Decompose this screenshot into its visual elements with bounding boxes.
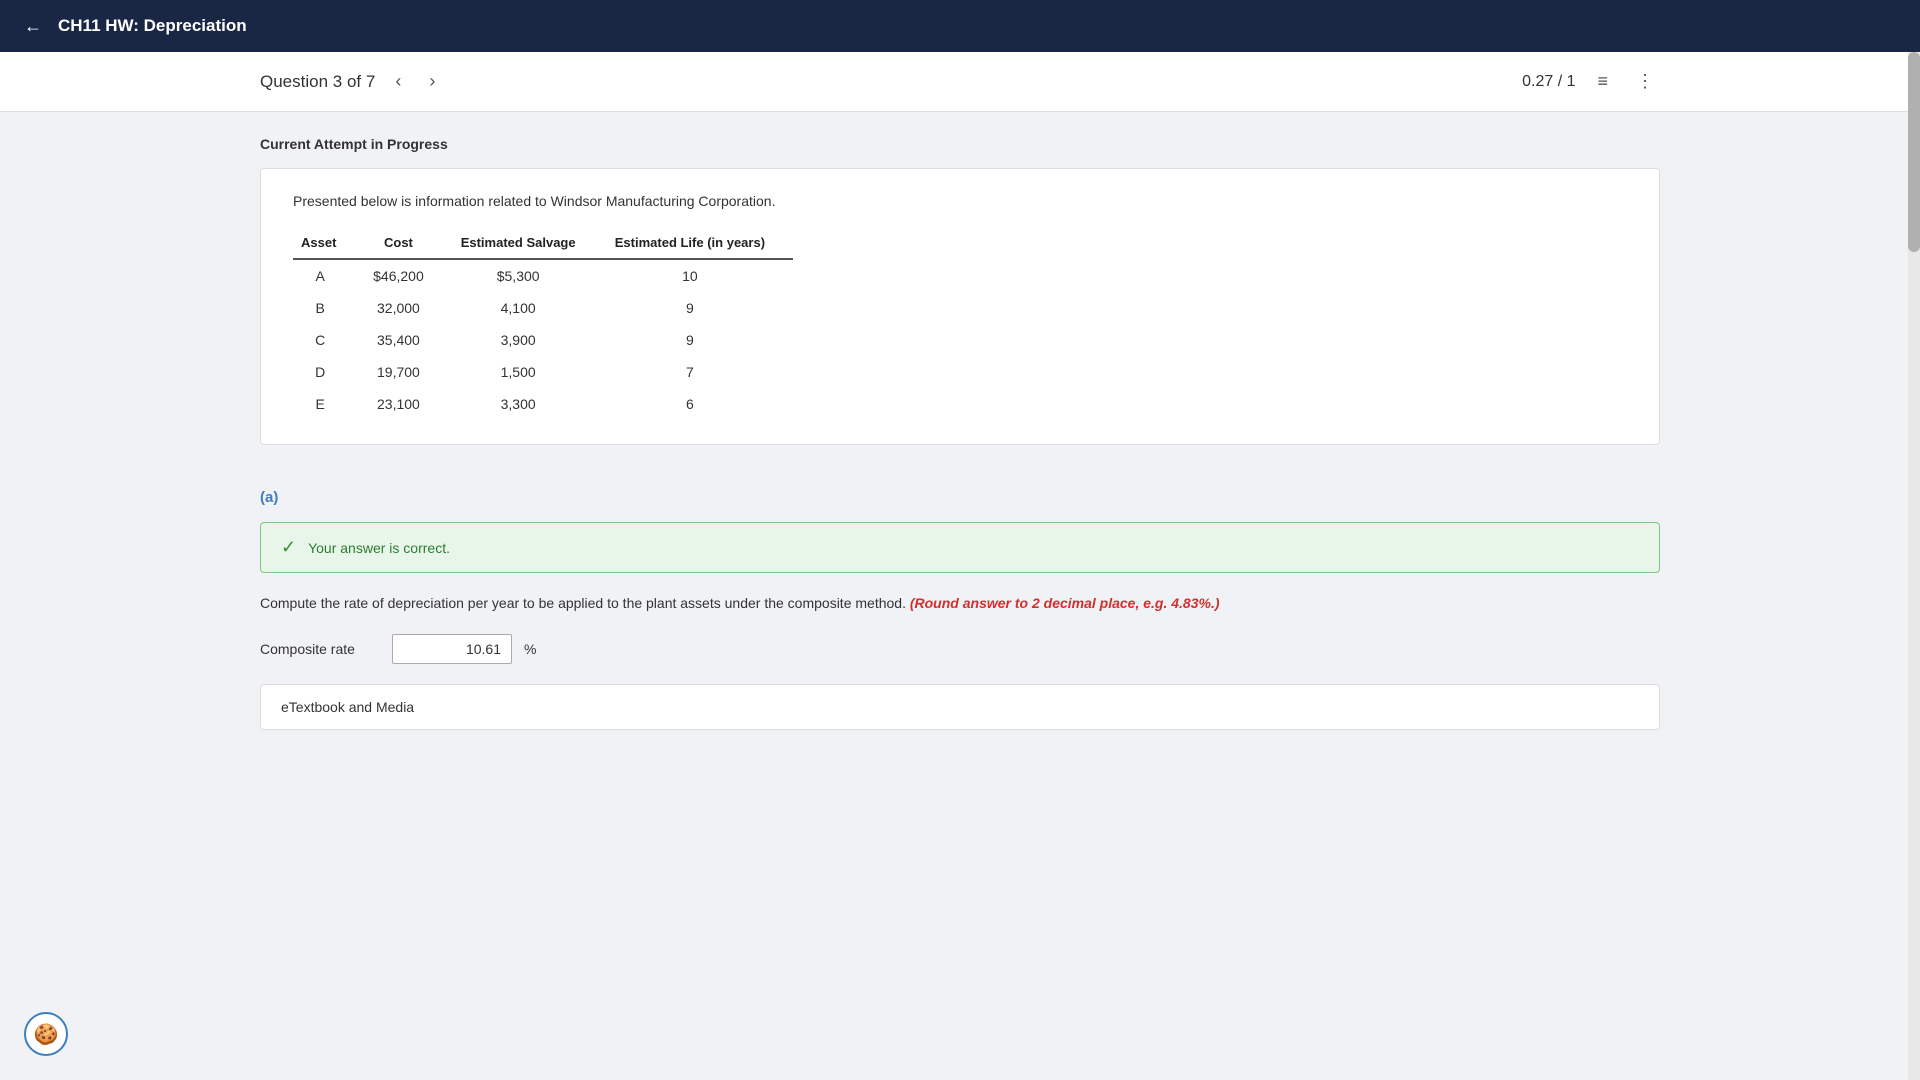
- table-cell: 23,100: [363, 388, 449, 420]
- table-cell: D: [293, 356, 363, 388]
- composite-rate-row: Composite rate %: [260, 634, 1660, 664]
- table-cell: 6: [603, 388, 793, 420]
- back-icon: ←: [24, 16, 42, 37]
- question-nav-left: Question 3 of 7 ‹ ›: [260, 67, 443, 96]
- col-header-asset: Asset: [293, 229, 363, 259]
- table-cell: 10: [603, 259, 793, 292]
- prev-question-button[interactable]: ‹: [387, 67, 409, 96]
- table-cell: $46,200: [363, 259, 449, 292]
- table-cell: 35,400: [363, 324, 449, 356]
- etextbook-label: eTextbook and Media: [281, 699, 414, 715]
- table-cell: A: [293, 259, 363, 292]
- table-cell: 3,900: [450, 324, 603, 356]
- scrollbar-thumb[interactable]: [1908, 52, 1920, 252]
- table-cell: 1,500: [450, 356, 603, 388]
- scrollbar-track: [1908, 52, 1920, 1080]
- top-bar: ← CH11 HW: Depreciation: [0, 0, 1920, 52]
- info-card: Presented below is information related t…: [260, 168, 1660, 445]
- next-question-button[interactable]: ›: [421, 67, 443, 96]
- col-header-life: Estimated Life (in years): [603, 229, 793, 259]
- col-header-cost: Cost: [363, 229, 449, 259]
- question-label: Question 3 of 7: [260, 72, 375, 92]
- composite-rate-input[interactable]: [392, 634, 512, 664]
- table-cell: 3,300: [450, 388, 603, 420]
- page-title: CH11 HW: Depreciation: [58, 16, 247, 36]
- composite-rate-label: Composite rate: [260, 641, 380, 657]
- cookie-button[interactable]: 🍪: [24, 1012, 68, 1056]
- table-cell: 4,100: [450, 292, 603, 324]
- more-icon: ⋮: [1636, 71, 1654, 91]
- table-row: A$46,200$5,30010: [293, 259, 793, 292]
- more-options-button[interactable]: ⋮: [1630, 67, 1660, 96]
- correct-message: Your answer is correct.: [308, 540, 450, 556]
- info-description: Presented below is information related t…: [293, 193, 1627, 209]
- back-button[interactable]: ←: [24, 16, 42, 37]
- percent-unit: %: [524, 641, 536, 657]
- question-text: Compute the rate of depreciation per yea…: [260, 593, 1660, 614]
- table-cell: B: [293, 292, 363, 324]
- table-cell: C: [293, 324, 363, 356]
- attempt-label: Current Attempt in Progress: [260, 136, 1660, 152]
- table-cell: E: [293, 388, 363, 420]
- assets-table: Asset Cost Estimated Salvage Estimated L…: [293, 229, 793, 420]
- prev-arrow-icon: ‹: [395, 71, 401, 91]
- col-header-salvage: Estimated Salvage: [450, 229, 603, 259]
- list-icon: ≡: [1597, 71, 1608, 91]
- question-nav-bar: Question 3 of 7 ‹ › 0.27 / 1 ≡ ⋮: [0, 52, 1920, 112]
- main-content: Current Attempt in Progress Presented be…: [0, 112, 1920, 754]
- table-row: B32,0004,1009: [293, 292, 793, 324]
- table-cell: 19,700: [363, 356, 449, 388]
- table-row: C35,4003,9009: [293, 324, 793, 356]
- table-row: D19,7001,5007: [293, 356, 793, 388]
- table-cell: $5,300: [450, 259, 603, 292]
- question-note: (Round answer to 2 decimal place, e.g. 4…: [910, 595, 1220, 611]
- part-a-label: (a): [260, 489, 1660, 522]
- checkmark-icon: ✓: [281, 537, 296, 558]
- part-a-section: (a) ✓ Your answer is correct. Compute th…: [260, 469, 1660, 730]
- question-text-main: Compute the rate of depreciation per yea…: [260, 595, 906, 611]
- etextbook-bar[interactable]: eTextbook and Media: [260, 684, 1660, 730]
- table-cell: 9: [603, 324, 793, 356]
- question-nav-right: 0.27 / 1 ≡ ⋮: [1522, 67, 1660, 96]
- table-cell: 7: [603, 356, 793, 388]
- next-arrow-icon: ›: [429, 71, 435, 91]
- correct-answer-box: ✓ Your answer is correct.: [260, 522, 1660, 573]
- table-cell: 32,000: [363, 292, 449, 324]
- cookie-icon: 🍪: [34, 1022, 59, 1047]
- list-view-button[interactable]: ≡: [1591, 67, 1614, 96]
- table-row: E23,1003,3006: [293, 388, 793, 420]
- score-display: 0.27 / 1: [1522, 73, 1575, 91]
- table-cell: 9: [603, 292, 793, 324]
